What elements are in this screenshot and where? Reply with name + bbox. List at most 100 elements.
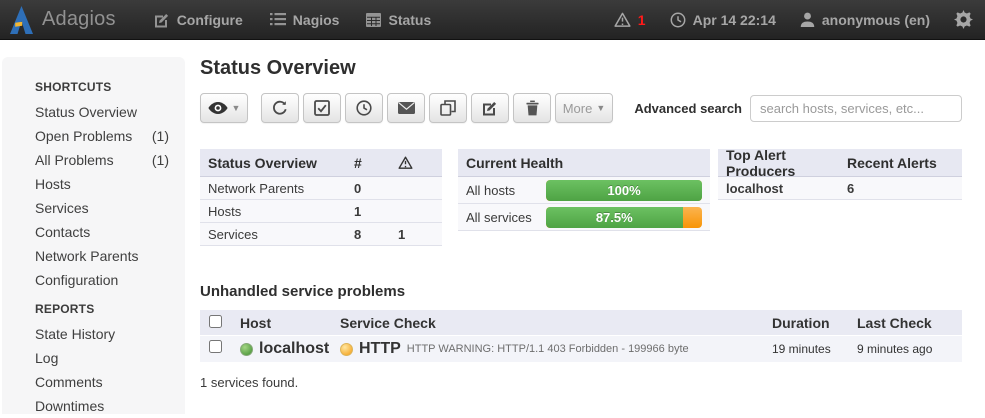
- user-icon: [800, 12, 815, 27]
- sidebar-item-log[interactable]: Log: [35, 346, 169, 370]
- host-column-header[interactable]: Host: [240, 315, 340, 331]
- sidebar-section-title: SHORTCUTS: [35, 80, 185, 94]
- panel-title: Current Health: [466, 155, 702, 171]
- summary-panels: Status Overview # Network Parents 0 Host…: [200, 149, 962, 246]
- health-row-hosts: All hosts 100%: [458, 177, 710, 204]
- hosts-health-percent: 100%: [607, 183, 640, 198]
- sidebar-item-configuration[interactable]: Configuration: [35, 268, 169, 292]
- open-problems-count: (1): [152, 124, 169, 148]
- warning-triangle-icon: [614, 12, 631, 27]
- user-menu[interactable]: anonymous (en): [800, 12, 930, 28]
- nav-item-status[interactable]: Status: [366, 12, 431, 28]
- more-dropdown-button[interactable]: More ▼: [555, 93, 613, 123]
- all-problems-count: (1): [152, 148, 169, 172]
- view-dropdown-button[interactable]: ▼: [200, 93, 248, 123]
- service-link[interactable]: HTTP: [359, 340, 401, 358]
- settings-button[interactable]: [954, 10, 973, 29]
- brand-home-link[interactable]: Adagios: [10, 6, 116, 34]
- sidebar-item-contacts[interactable]: Contacts: [35, 220, 169, 244]
- problem-duration: 19 minutes: [772, 342, 857, 356]
- sidebar-section-title: REPORTS: [35, 302, 185, 316]
- status-overview-panel: Status Overview # Network Parents 0 Host…: [200, 149, 442, 246]
- status-row-hosts: Hosts 1: [200, 200, 442, 223]
- sidebar-item-open-problems[interactable]: Open Problems (1): [35, 124, 169, 148]
- current-health-panel: Current Health All hosts 100% All servic…: [458, 149, 710, 246]
- hosts-health-bar: 100%: [546, 180, 702, 201]
- copy-icon: [440, 100, 456, 116]
- panel-title: Status Overview: [208, 155, 354, 171]
- services-health-bar: 87.5%: [546, 207, 702, 228]
- advanced-search-label: Advanced search: [634, 101, 742, 116]
- refresh-button[interactable]: [261, 93, 299, 123]
- recent-alerts-column-header: Recent Alerts: [847, 155, 954, 171]
- clock-icon: [356, 100, 372, 116]
- host-link[interactable]: localhost: [259, 340, 329, 358]
- sidebar-section-shortcuts: SHORTCUTS Status Overview Open Problems …: [35, 80, 185, 292]
- navbar-right: 1 Apr 14 22:14 anonymous (en): [598, 10, 973, 29]
- caret-down-icon: ▼: [596, 104, 605, 113]
- results-count: 1 services found.: [200, 375, 962, 390]
- sidebar-item-hosts[interactable]: Hosts: [35, 172, 169, 196]
- alert-producer-count: 6: [847, 181, 954, 196]
- top-navbar: Adagios Configure Nagios Status: [0, 0, 985, 40]
- nav-label-configure: Configure: [177, 12, 243, 28]
- alert-producer-host-link[interactable]: localhost: [726, 181, 847, 196]
- main-content: Status Overview ▼: [200, 57, 962, 390]
- adagios-logo: [10, 6, 33, 34]
- problems-table-header: Host Service Check Duration Last Check: [200, 310, 962, 335]
- status-row-network-parents: Network Parents 0: [200, 177, 442, 200]
- sidebar-item-state-history[interactable]: State History: [35, 322, 169, 346]
- nav-label-nagios: Nagios: [293, 12, 340, 28]
- sidebar-item-downtimes[interactable]: Downtimes: [35, 394, 169, 418]
- current-datetime: Apr 14 22:14: [693, 12, 776, 28]
- list-icon: [270, 13, 286, 26]
- gear-icon: [954, 10, 973, 29]
- notification-button[interactable]: [387, 93, 425, 123]
- pencil-square-icon: [154, 12, 170, 28]
- row-checkbox[interactable]: [209, 340, 222, 353]
- select-all-checkbox[interactable]: [209, 315, 222, 328]
- duration-column-header[interactable]: Duration: [772, 315, 857, 331]
- network-parents-link[interactable]: Network Parents: [208, 181, 354, 196]
- services-health-percent: 87.5%: [596, 210, 633, 225]
- sidebar-item-all-problems[interactable]: All Problems (1): [35, 148, 169, 172]
- count-column-header: #: [354, 155, 398, 171]
- last-check-column-header[interactable]: Last Check: [857, 315, 962, 331]
- search-input[interactable]: [750, 95, 962, 122]
- problems-indicator[interactable]: 1: [614, 12, 646, 28]
- envelope-icon: [398, 102, 415, 114]
- check-square-icon: [314, 100, 330, 116]
- edit-button[interactable]: [471, 93, 509, 123]
- nav-label-status: Status: [388, 12, 431, 28]
- sidebar-item-services[interactable]: Services: [35, 196, 169, 220]
- edit-icon: [482, 100, 498, 116]
- sidebar-section-reports: REPORTS State History Log Comments Downt…: [35, 302, 185, 418]
- page-title: Status Overview: [200, 57, 962, 80]
- service-status-detail: HTTP WARNING: HTTP/1.1 403 Forbidden - 1…: [407, 343, 689, 355]
- sidebar-item-comments[interactable]: Comments: [35, 370, 169, 394]
- clock-display[interactable]: Apr 14 22:14: [670, 12, 776, 28]
- schedule-downtime-button[interactable]: [345, 93, 383, 123]
- services-link[interactable]: Services: [208, 227, 354, 242]
- nav-item-nagios[interactable]: Nagios: [270, 12, 340, 28]
- acknowledge-button[interactable]: [303, 93, 341, 123]
- problems-section-title: Unhandled service problems: [200, 283, 962, 300]
- health-row-services: All services 87.5%: [458, 204, 710, 231]
- trash-icon: [526, 100, 539, 116]
- nav-item-configure[interactable]: Configure: [154, 12, 243, 28]
- alert-producer-row: localhost 6: [718, 177, 962, 200]
- problem-last-check: 9 minutes ago: [857, 342, 962, 356]
- sidebar-item-status-overview[interactable]: Status Overview: [35, 100, 169, 124]
- hosts-link[interactable]: Hosts: [208, 204, 354, 219]
- service-column-header[interactable]: Service Check: [340, 315, 772, 331]
- warning-column-header: [398, 156, 434, 169]
- sidebar-item-network-parents[interactable]: Network Parents: [35, 244, 169, 268]
- status-row-services: Services 8 1: [200, 223, 442, 246]
- warning-status-dot: [340, 343, 353, 356]
- problem-count-badge: 1: [638, 12, 646, 28]
- clock-icon: [670, 12, 686, 28]
- producers-column-header: Top Alert Producers: [726, 147, 847, 179]
- copy-button[interactable]: [429, 93, 467, 123]
- problems-table: Host Service Check Duration Last Check l…: [200, 310, 962, 362]
- delete-button[interactable]: [513, 93, 551, 123]
